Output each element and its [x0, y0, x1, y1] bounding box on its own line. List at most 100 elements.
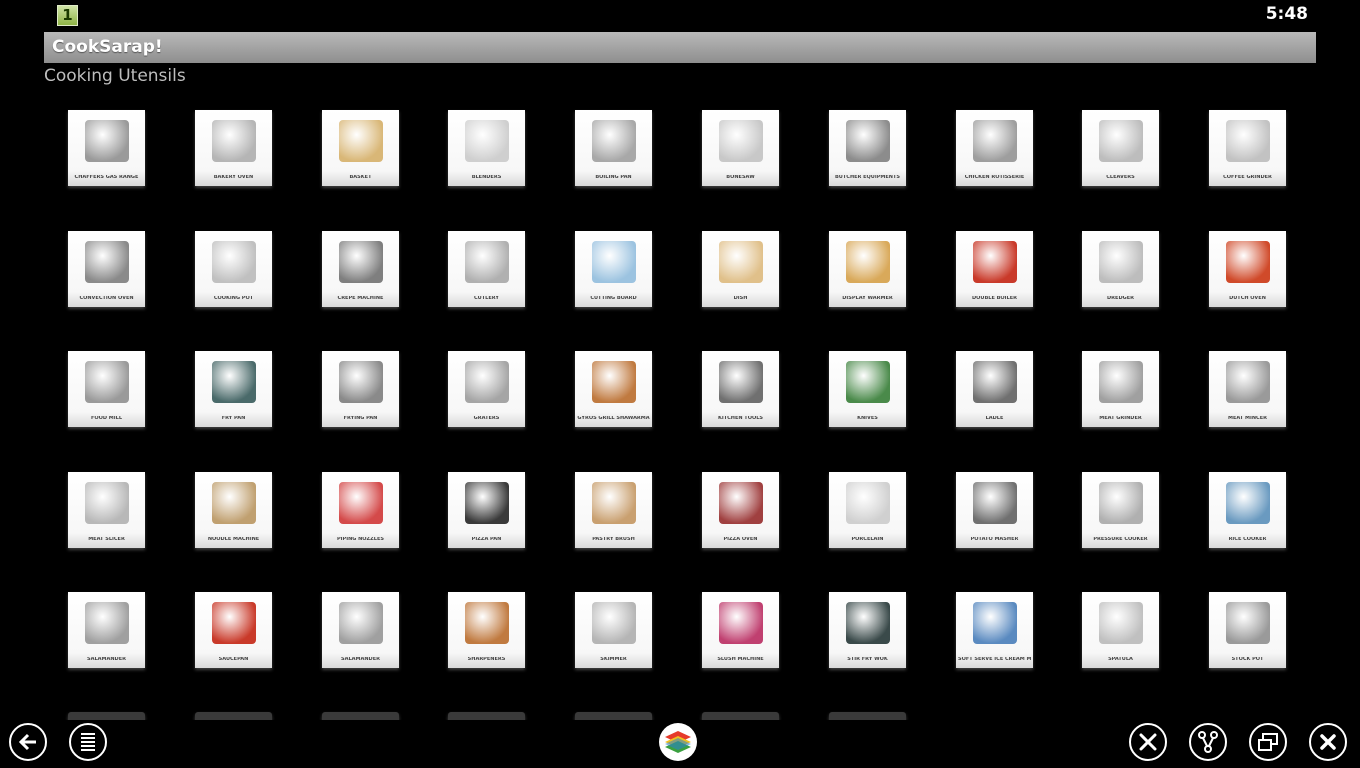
- utensil-tile[interactable]: CUTTING BOARD: [575, 231, 652, 307]
- utensil-tile[interactable]: MEAT GRINDER: [1082, 351, 1159, 427]
- utensil-image: [718, 120, 763, 162]
- utensil-tile[interactable]: KNIVES: [829, 351, 906, 427]
- utensil-tile[interactable]: SALAMANDER: [68, 592, 145, 668]
- utensil-tile[interactable]: PIZZA OVEN: [702, 472, 779, 548]
- utensil-label: COOKING POT: [213, 296, 254, 301]
- utensil-image: [464, 241, 509, 283]
- utensil-tile[interactable]: CHICKEN ROTISSERIE: [956, 110, 1033, 186]
- utensil-tile[interactable]: STOCK POT: [1209, 592, 1286, 668]
- utensil-tile[interactable]: DREDGER: [1082, 231, 1159, 307]
- utensil-tile-partial[interactable]: [322, 712, 399, 720]
- utensil-image: [464, 482, 509, 524]
- utensil-tile[interactable]: PIZZA PAN: [448, 472, 525, 548]
- utensil-tile[interactable]: SKIMMER: [575, 592, 652, 668]
- utensil-image: [211, 361, 256, 403]
- utensil-image: [1098, 482, 1143, 524]
- utensil-tile[interactable]: BLENDERS: [448, 110, 525, 186]
- utensil-label: PIZZA OVEN: [723, 537, 758, 542]
- utensil-tile[interactable]: GRATERS: [448, 351, 525, 427]
- utensil-tile[interactable]: SAUCEPAN: [195, 592, 272, 668]
- utensil-image: [1098, 361, 1143, 403]
- utensil-tile[interactable]: DISPLAY WARMER: [829, 231, 906, 307]
- utensil-label: DISH: [733, 296, 748, 301]
- utensil-image: [591, 120, 636, 162]
- utensil-image: [591, 361, 636, 403]
- tools-icon: [1139, 733, 1157, 751]
- back-arrow-icon: [18, 733, 36, 751]
- utensil-tile[interactable]: SOFT SERVE ICE CREAM MACHINE: [956, 592, 1033, 668]
- utensil-tile[interactable]: LADLE: [956, 351, 1033, 427]
- utensil-tile[interactable]: DISH: [702, 231, 779, 307]
- utensil-tile[interactable]: POTATO MASHER: [956, 472, 1033, 548]
- utensil-label: KITCHEN TOOLS: [717, 416, 764, 421]
- utensil-tile[interactable]: FOOD MILL: [68, 351, 145, 427]
- utensil-tile[interactable]: SALAMANDER: [322, 592, 399, 668]
- utensil-tile[interactable]: FRY PAN: [195, 351, 272, 427]
- utensil-tile-partial[interactable]: [702, 712, 779, 720]
- utensil-label: NOODLE MACHINE: [207, 537, 260, 542]
- utensil-tile[interactable]: DUTCH OVEN: [1209, 231, 1286, 307]
- utensil-image: [464, 361, 509, 403]
- utensil-tile[interactable]: DOUBLE BOILER: [956, 231, 1033, 307]
- navigation-bar: [0, 720, 1360, 768]
- utensil-image: [1225, 602, 1270, 644]
- window-button[interactable]: [1249, 723, 1287, 761]
- utensil-tile-partial[interactable]: [68, 712, 145, 720]
- utensil-image: [84, 361, 129, 403]
- utensil-image: [718, 602, 763, 644]
- utensil-tile[interactable]: CUTLERY: [448, 231, 525, 307]
- utensil-tile[interactable]: SPATULA: [1082, 592, 1159, 668]
- utensil-tile[interactable]: RICE COOKER: [1209, 472, 1286, 548]
- utensil-tile[interactable]: CHAFFERS GAS RANGE: [68, 110, 145, 186]
- utensil-image: [338, 120, 383, 162]
- utensil-label: CREPE MACHINE: [337, 296, 384, 301]
- utensil-tile[interactable]: BASKET: [322, 110, 399, 186]
- utensil-tile[interactable]: CLEAVERS: [1082, 110, 1159, 186]
- utensil-tile[interactable]: COOKING POT: [195, 231, 272, 307]
- utensil-tile-partial[interactable]: [575, 712, 652, 720]
- utensil-label: GRATERS: [473, 416, 500, 421]
- back-button[interactable]: [9, 723, 47, 761]
- utensil-image: [718, 482, 763, 524]
- utensil-tile[interactable]: FRYING PAN: [322, 351, 399, 427]
- utensil-label: CUTTING BOARD: [590, 296, 637, 301]
- utensil-tile[interactable]: BUTCHER EQUIPMENTS: [829, 110, 906, 186]
- utensil-tile[interactable]: SLUSH MACHINE: [702, 592, 779, 668]
- utensil-tile[interactable]: KITCHEN TOOLS: [702, 351, 779, 427]
- utensil-tile[interactable]: CREPE MACHINE: [322, 231, 399, 307]
- utensil-tile[interactable]: BONESAW: [702, 110, 779, 186]
- utensil-label: CONVECTION OVEN: [79, 296, 134, 301]
- utensil-image: [84, 120, 129, 162]
- utensil-label: PORCELAIN: [851, 537, 884, 542]
- utensil-tile[interactable]: PIPING NOZZLES: [322, 472, 399, 548]
- utensil-tile-partial[interactable]: [829, 712, 906, 720]
- utensil-label: MEAT MINCER: [1228, 416, 1267, 421]
- menu-button[interactable]: [69, 723, 107, 761]
- utensil-image: [972, 120, 1017, 162]
- utensil-tile[interactable]: COFFEE GRINDER: [1209, 110, 1286, 186]
- utensil-tile[interactable]: NOODLE MACHINE: [195, 472, 272, 548]
- utensil-tile[interactable]: STIR FRY WOK: [829, 592, 906, 668]
- utensil-image: [1225, 482, 1270, 524]
- utensil-tile[interactable]: GYROS GRILL SHAWARMA: [575, 351, 652, 427]
- utensil-tile-partial[interactable]: [448, 712, 525, 720]
- share-button[interactable]: [1189, 723, 1227, 761]
- launcher-button[interactable]: [659, 723, 697, 761]
- utensil-tile[interactable]: MEAT SLICER: [68, 472, 145, 548]
- utensil-tile-partial[interactable]: [195, 712, 272, 720]
- settings-button[interactable]: [1129, 723, 1167, 761]
- utensil-label: PIZZA PAN: [471, 537, 502, 542]
- utensil-tile[interactable]: BAKERY OVEN: [195, 110, 272, 186]
- utensil-tile[interactable]: CONVECTION OVEN: [68, 231, 145, 307]
- utensil-tile[interactable]: BOILING PAN: [575, 110, 652, 186]
- utensil-tile[interactable]: PASTRY BRUSH: [575, 472, 652, 548]
- utensil-tile[interactable]: MEAT MINCER: [1209, 351, 1286, 427]
- close-button[interactable]: [1309, 723, 1347, 761]
- utensil-label: BOILING PAN: [595, 175, 632, 180]
- utensil-tile[interactable]: SHARPENERS: [448, 592, 525, 668]
- utensil-image: [338, 241, 383, 283]
- utensil-tile[interactable]: PORCELAIN: [829, 472, 906, 548]
- utensil-tile[interactable]: PRESSURE COOKER: [1082, 472, 1159, 548]
- utensil-label: DUTCH OVEN: [1229, 296, 1266, 301]
- utensil-label: SPATULA: [1108, 657, 1133, 662]
